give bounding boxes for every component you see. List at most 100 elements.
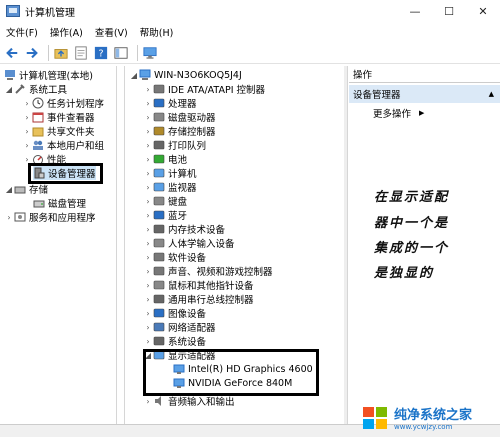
imaging-icon: [153, 307, 165, 319]
chevron-right-icon[interactable]: ›: [143, 239, 153, 248]
device-category-storage-controller[interactable]: › 存储控制器: [143, 124, 216, 139]
chevron-right-icon[interactable]: ›: [143, 85, 153, 94]
tree-item-computer-root[interactable]: ◢ WIN-N3O6KOQ5J4J: [129, 68, 242, 82]
device-category-imaging[interactable]: › 图像设备: [143, 306, 207, 321]
tree-item-event-viewer[interactable]: › 事件查看器: [22, 110, 95, 124]
more-actions-item[interactable]: 更多操作 ▶: [373, 106, 424, 120]
chevron-right-icon[interactable]: ›: [143, 397, 153, 406]
close-button[interactable]: ✕: [466, 0, 500, 22]
watermark-url: www.ycwjzy.com: [394, 423, 453, 431]
category-label: 计算机: [168, 169, 197, 180]
category-label: 图像设备: [168, 309, 207, 320]
chevron-right-icon[interactable]: ›: [143, 183, 153, 192]
device-category-sound[interactable]: › 声音、视频和游戏控制器: [143, 264, 272, 279]
device-category-usb[interactable]: › 通用串行总线控制器: [143, 292, 253, 307]
tree-item-system-tools[interactable]: ◢ 系统工具: [4, 82, 67, 96]
device-category-disk-drive[interactable]: › 磁盘驱动器: [143, 110, 215, 125]
chevron-right-icon[interactable]: ›: [143, 211, 153, 220]
device-category-memory[interactable]: › 内存技术设备: [143, 222, 225, 237]
tree-item-storage[interactable]: ◢ 存储: [4, 182, 48, 197]
device-category-keyboard[interactable]: › 键盘: [143, 194, 188, 209]
device-category-ide-controller[interactable]: › IDE ATA/ATAPI 控制器: [143, 82, 265, 97]
help-icon[interactable]: ?: [93, 45, 109, 61]
chevron-right-icon[interactable]: ›: [143, 127, 153, 136]
tree-label: 本地用户和组: [47, 141, 105, 152]
device-category-audio[interactable]: › 音频输入和输出: [143, 394, 235, 408]
chevron-right-icon[interactable]: ›: [143, 281, 153, 290]
category-label: 存储控制器: [168, 127, 216, 138]
system-device-icon: [153, 335, 165, 347]
device-category-printer[interactable]: › 打印队列: [143, 138, 206, 153]
tree-item-local-users[interactable]: › 本地用户和组: [22, 138, 105, 153]
tree-label: 磁盘管理: [48, 199, 87, 210]
show-hide-tree-icon[interactable]: [113, 45, 129, 61]
menu-help[interactable]: 帮助(H): [134, 25, 180, 39]
device-category-mouse[interactable]: › 鼠标和其他指针设备: [143, 278, 253, 293]
chevron-down-icon[interactable]: ◢: [4, 85, 14, 94]
battery-icon: [153, 153, 165, 165]
chevron-right-icon[interactable]: ›: [143, 141, 153, 150]
chevron-right-icon[interactable]: ›: [143, 267, 153, 276]
chevron-right-icon[interactable]: ›: [143, 323, 153, 332]
device-category-battery[interactable]: › 电池: [143, 152, 187, 167]
toolbar: ?: [0, 42, 500, 64]
menu-file[interactable]: 文件(F): [0, 25, 44, 39]
back-arrow-icon[interactable]: [4, 45, 20, 61]
tree-label: 系统工具: [29, 85, 68, 96]
device-category-computer[interactable]: › 计算机: [143, 166, 197, 181]
speaker-icon: [153, 395, 165, 407]
tree-item-disk-management[interactable]: 磁盘管理: [33, 196, 86, 210]
chevron-right-icon[interactable]: ›: [143, 197, 153, 206]
chevron-right-icon[interactable]: ›: [143, 295, 153, 304]
chevron-right-icon: ▶: [419, 109, 425, 117]
software-device-icon: [153, 251, 165, 263]
minimize-button[interactable]: —: [398, 0, 432, 22]
device-category-software-device[interactable]: › 软件设备: [143, 250, 206, 265]
chevron-right-icon[interactable]: ›: [143, 309, 153, 318]
chevron-right-icon[interactable]: ›: [143, 155, 153, 164]
device-category-network-adapter[interactable]: › 网络适配器: [143, 320, 215, 335]
device-category-hid[interactable]: › 人体学输入设备: [143, 236, 234, 251]
toolbar-divider: [48, 44, 49, 61]
tree-item-task-scheduler[interactable]: › 任务计划程序: [22, 96, 104, 110]
chevron-right-icon[interactable]: ›: [143, 225, 153, 234]
storage-icon: [14, 183, 26, 195]
device-category-system-device[interactable]: › 系统设备: [143, 334, 206, 349]
tree-item-services[interactable]: › 服务和应用程序: [4, 210, 96, 224]
device-category-bluetooth[interactable]: › 蓝牙: [143, 208, 187, 223]
tree-item-root[interactable]: 计算机管理(本地): [4, 68, 93, 82]
window-title: 计算机管理: [25, 7, 75, 19]
chevron-right-icon[interactable]: ›: [143, 99, 153, 108]
maximize-button[interactable]: ☐: [432, 0, 466, 22]
chevron-right-icon[interactable]: ›: [22, 113, 32, 122]
title-bar: 计算机管理 — ☐ ✕: [0, 0, 500, 22]
chevron-right-icon[interactable]: ›: [143, 113, 153, 122]
chevron-right-icon[interactable]: ›: [22, 127, 32, 136]
tree-item-shared-folders[interactable]: › 共享文件夹: [22, 124, 94, 139]
menu-action[interactable]: 操作(A): [44, 25, 89, 39]
monitor-icon[interactable]: [142, 45, 158, 61]
chevron-right-icon[interactable]: ›: [143, 169, 153, 178]
chevron-down-icon[interactable]: ◢: [4, 185, 14, 194]
forward-arrow-icon[interactable]: [24, 45, 40, 61]
chevron-right-icon[interactable]: ›: [22, 99, 32, 108]
event-viewer-icon: [32, 111, 44, 123]
device-category-monitor[interactable]: › 监视器: [143, 180, 196, 195]
properties-icon[interactable]: [73, 45, 89, 61]
collapse-icon[interactable]: ▲: [489, 90, 494, 98]
chevron-right-icon[interactable]: ›: [143, 337, 153, 346]
actions-section[interactable]: 设备管理器 ▲: [349, 85, 500, 103]
chevron-right-icon[interactable]: ›: [22, 141, 32, 150]
services-icon: [14, 211, 26, 223]
chevron-right-icon[interactable]: ›: [4, 213, 14, 222]
category-label: 键盘: [168, 197, 188, 208]
toolbar-divider: [137, 44, 138, 61]
up-folder-icon[interactable]: [53, 45, 69, 61]
device-category-processor[interactable]: › 处理器: [143, 96, 197, 111]
category-label: 处理器: [168, 99, 197, 110]
menu-view[interactable]: 查看(V): [89, 25, 134, 39]
center-scrollbar[interactable]: [344, 66, 347, 424]
chevron-right-icon[interactable]: ›: [143, 253, 153, 262]
chevron-down-icon[interactable]: ◢: [129, 71, 139, 80]
site-watermark: 纯净系统之家 www.ycwjzy.com: [360, 398, 500, 437]
